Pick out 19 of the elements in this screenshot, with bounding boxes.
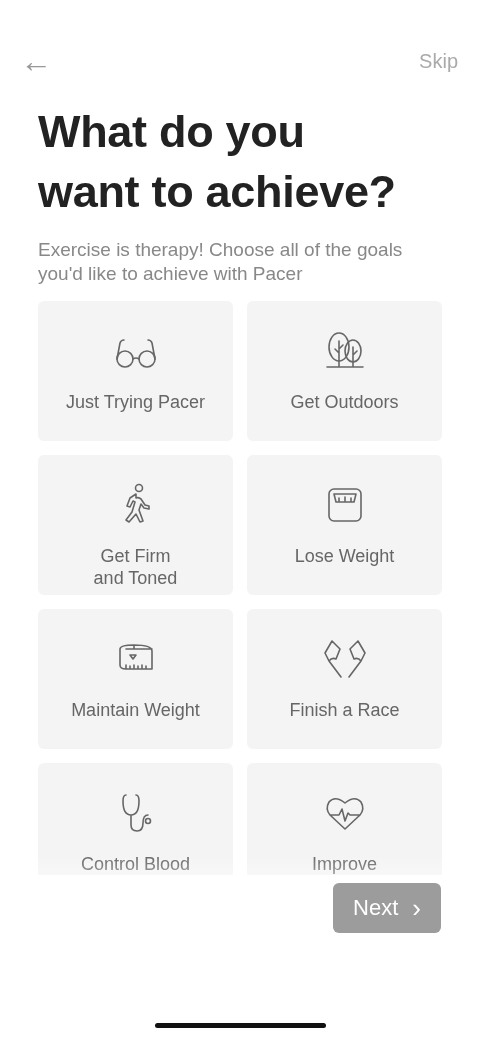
goal-card[interactable]: Finish a Race [247,609,442,749]
back-button[interactable]: ← [20,45,52,77]
goal-label: Improve [312,853,377,875]
goal-card[interactable]: Lose Weight [247,455,442,595]
subtitle: Exercise is therapy! Choose all of the goals you'd like to achieve with Pacer [38,238,404,286]
goal-card[interactable]: Improve [247,763,442,875]
goal-label: Finish a Race [289,699,400,721]
goal-card[interactable]: Get Outdoors [247,301,442,441]
goal-card[interactable]: Get Firm and Toned [38,455,233,595]
goal-card[interactable]: Just Trying Pacer [38,301,233,441]
goal-label: Get Outdoors [290,391,399,413]
goal-label: Get Firm and Toned [93,545,178,589]
goal-label: Maintain Weight [71,699,200,721]
page-title: What do you want to achieve? [38,105,397,219]
goal-label: Just Trying Pacer [65,391,206,413]
goal-label: Lose Weight [294,545,395,567]
goal-card[interactable]: Maintain Weight [38,609,233,749]
goal-label: Control Blood [80,853,191,875]
goal-card[interactable]: Control Blood [38,763,233,875]
